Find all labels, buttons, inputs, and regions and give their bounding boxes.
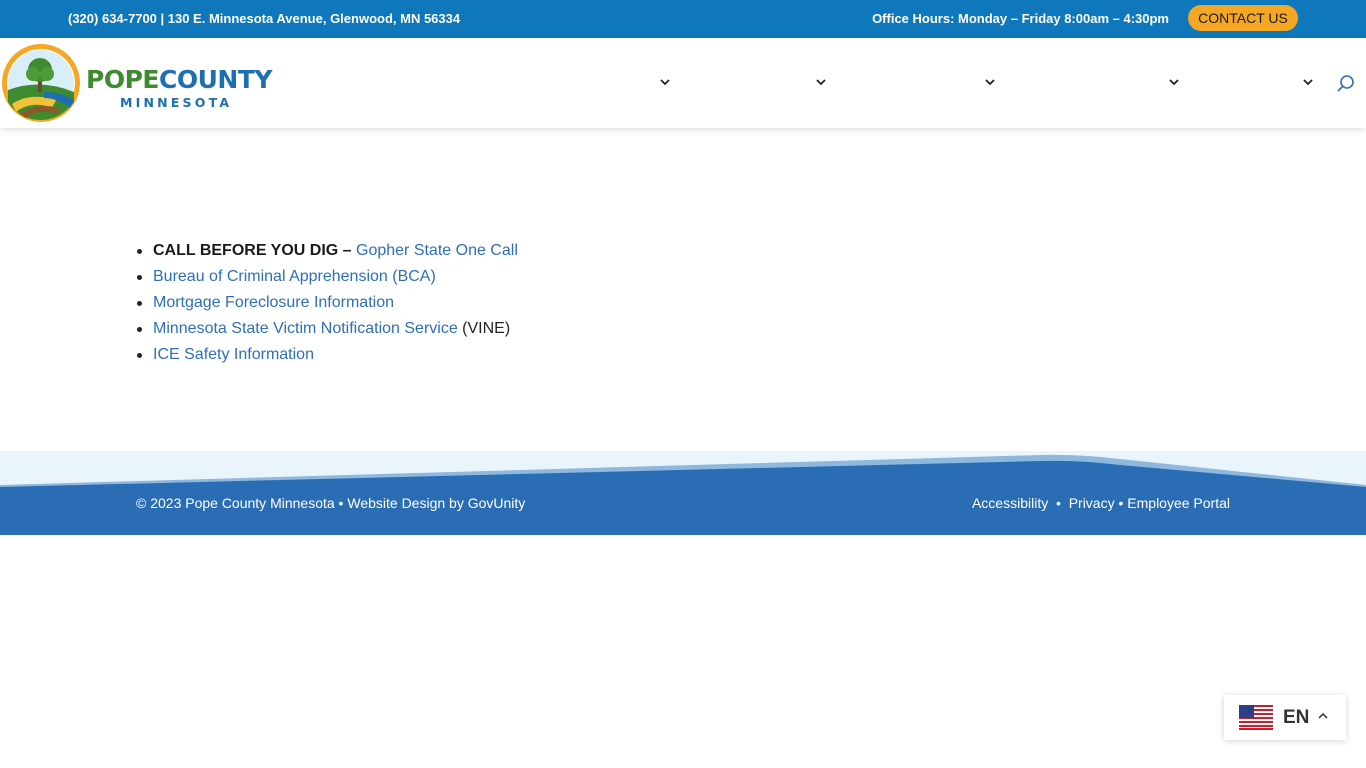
pope-county-logo[interactable]: POPECOUNTY MINNESOTA <box>0 42 280 124</box>
logo-state: MINNESOTA <box>120 95 233 110</box>
contact-us-button[interactable]: CONTACT US <box>1188 5 1298 31</box>
victim-notification-link[interactable]: Minnesota State Victim Notification Serv… <box>153 320 458 337</box>
resource-links-list: CALL BEFORE YOU DIG – Gopher State One C… <box>137 238 518 368</box>
language-switcher[interactable]: EN <box>1224 695 1346 740</box>
footer-dot: • <box>1048 495 1069 511</box>
logo-wordmark: POPECOUNTY <box>86 66 272 94</box>
chevron-up-icon <box>1318 712 1328 719</box>
nav-menu-2-chevron-down-icon[interactable] <box>814 75 828 89</box>
bca-link[interactable]: Bureau of Criminal Apprehension (BCA) <box>153 268 436 285</box>
employee-portal-link[interactable]: Employee Portal <box>1127 495 1230 511</box>
footer-links: Accessibility • Privacy • Employee Porta… <box>972 495 1230 511</box>
main-content: CALL BEFORE YOU DIG – Gopher State One C… <box>0 128 1366 451</box>
list-item: Minnesota State Victim Notification Serv… <box>137 316 518 342</box>
us-flag-icon <box>1239 705 1273 730</box>
call-before-dig-label: CALL BEFORE YOU DIG – <box>153 242 356 259</box>
footer-dot: • <box>1114 495 1128 511</box>
list-item: CALL BEFORE YOU DIG – Gopher State One C… <box>137 238 518 264</box>
list-item: ICE Safety Information <box>137 342 518 368</box>
nav-menu-5-chevron-down-icon[interactable] <box>1301 75 1315 89</box>
footer-separator: • <box>334 495 348 511</box>
nav-menu-3-chevron-down-icon[interactable] <box>983 75 997 89</box>
nav-menu-4-chevron-down-icon[interactable] <box>1167 75 1181 89</box>
footer-wave <box>0 451 1366 535</box>
accessibility-link[interactable]: Accessibility <box>972 495 1048 511</box>
mortgage-foreclosure-link[interactable]: Mortgage Foreclosure Information <box>153 294 394 311</box>
privacy-link[interactable]: Privacy <box>1069 495 1115 511</box>
site-footer: © 2023 Pope County Minnesota • Website D… <box>0 451 1366 535</box>
ice-safety-link[interactable]: ICE Safety Information <box>153 346 314 363</box>
logo-county: COUNTY <box>158 65 272 94</box>
gopher-state-one-call-link[interactable]: Gopher State One Call <box>356 242 518 259</box>
contact-info: (320) 634-7700 | 130 E. Minnesota Avenue… <box>68 11 461 26</box>
copyright-text: © 2023 Pope County Minnesota <box>136 495 335 511</box>
office-hours: Office Hours: Monday – Friday 8:00am – 4… <box>872 11 1169 26</box>
footer-copyright: © 2023 Pope County Minnesota • Website D… <box>136 495 525 511</box>
site-header: POPECOUNTY MINNESOTA <box>0 38 1366 128</box>
list-item: Bureau of Criminal Apprehension (BCA) <box>137 264 518 290</box>
logo-emblem-icon <box>2 44 80 122</box>
govunity-link[interactable]: Website Design by GovUnity <box>347 495 525 511</box>
list-item: Mortgage Foreclosure Information <box>137 290 518 316</box>
language-code: EN <box>1283 707 1310 728</box>
search-icon[interactable] <box>1336 74 1356 94</box>
top-bar: (320) 634-7700 | 130 E. Minnesota Avenue… <box>0 0 1366 38</box>
nav-menu-1-chevron-down-icon[interactable] <box>658 75 672 89</box>
vine-label: (VINE) <box>457 320 511 337</box>
logo-pope: POPE <box>86 65 159 94</box>
